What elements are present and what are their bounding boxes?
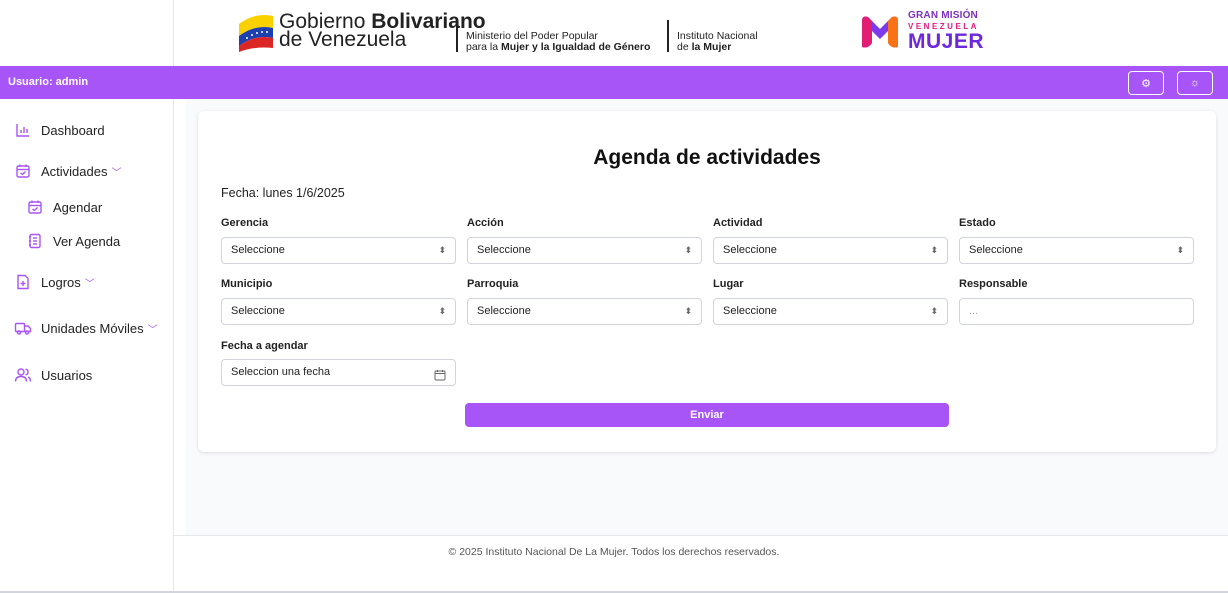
fecha-agendar-placeholder: Seleccion una fecha xyxy=(231,366,331,378)
header-divider xyxy=(456,20,458,52)
select-arrows-icon: ⬍ xyxy=(930,306,938,316)
sidebar-item-usuarios[interactable]: Usuarios xyxy=(14,366,92,384)
parroquia-select[interactable]: Seleccione ⬍ xyxy=(467,298,702,325)
header: Gobierno Bolivariano de Venezuela Minist… xyxy=(174,0,1228,66)
sidebar-item-agendar[interactable]: Agendar xyxy=(26,198,102,216)
parroquia-value: Seleccione xyxy=(477,305,531,317)
instituto-line2a: de xyxy=(677,41,692,53)
sidebar-item-label: Ver Agenda xyxy=(53,233,121,249)
gobierno-text-line2: de Venezuela xyxy=(279,28,407,51)
chevron-down-icon: ﹀ xyxy=(84,278,95,290)
select-arrows-icon: ⬍ xyxy=(438,306,446,316)
accion-value: Seleccione xyxy=(477,244,531,256)
gran-mision-line1: GRAN MISIÓN xyxy=(908,10,978,21)
lugar-select[interactable]: Seleccione ⬍ xyxy=(713,298,948,325)
sidebar-item-label: Logros xyxy=(41,274,81,290)
file-plus-icon xyxy=(14,273,32,291)
municipio-select[interactable]: Seleccione ⬍ xyxy=(221,298,456,325)
gerencia-value: Seleccione xyxy=(231,244,285,256)
ministerio-line2a: para la xyxy=(466,41,502,53)
gran-mision-logo: GRAN MISIÓN VENEZUELA MUJER xyxy=(858,10,984,52)
chevron-down-icon: ﹀ xyxy=(111,167,122,179)
form-card: Agenda de actividades Fecha: lunes 1/6/2… xyxy=(198,111,1216,452)
fecha-agendar-label: Fecha a agendar xyxy=(221,340,308,352)
sidebar-item-actividades[interactable]: Actividades ﹀ xyxy=(14,162,121,180)
parroquia-label: Parroquia xyxy=(467,278,519,290)
sidebar-item-label: Usuarios xyxy=(41,367,93,383)
lugar-value: Seleccione xyxy=(723,305,777,317)
select-arrows-icon: ⬍ xyxy=(1176,245,1184,255)
accion-label: Acción xyxy=(467,217,504,229)
user-label: Usuario: admin xyxy=(8,76,89,88)
sidebar-item-label: Dashboard xyxy=(41,122,105,138)
select-arrows-icon: ⬍ xyxy=(930,245,938,255)
actividad-value: Seleccione xyxy=(723,244,777,256)
sidebar-item-logros[interactable]: Logros ﹀ xyxy=(14,273,95,291)
submit-button[interactable]: Enviar xyxy=(465,403,949,427)
lugar-label: Lugar xyxy=(713,278,744,290)
venezuela-flag-icon xyxy=(239,15,273,52)
fecha-agendar-input[interactable]: Seleccion una fecha xyxy=(221,359,456,386)
header-divider xyxy=(667,20,669,52)
settings-button[interactable]: ⚙ xyxy=(1128,71,1164,95)
accion-select[interactable]: Seleccione ⬍ xyxy=(467,237,702,264)
responsable-label: Responsable xyxy=(959,278,1028,290)
sidebar-item-label: Unidades Móviles xyxy=(41,320,144,336)
actividad-select[interactable]: Seleccione ⬍ xyxy=(713,237,948,264)
estado-label: Estado xyxy=(959,217,996,229)
sun-icon: ☼ xyxy=(1189,77,1201,89)
sidebar-item-unidades-moviles[interactable]: Unidades Móviles ﹀ xyxy=(14,319,158,337)
ministerio-line2b: Mujer y la Igualdad de Género xyxy=(501,41,651,53)
gran-mision-text: GRAN MISIÓN VENEZUELA MUJER xyxy=(908,10,984,52)
estado-select[interactable]: Seleccione ⬍ xyxy=(959,237,1194,264)
calendar-check-icon xyxy=(26,198,44,216)
calendar-icon xyxy=(434,366,446,391)
municipio-value: Seleccione xyxy=(231,305,285,317)
sidebar: Dashboard Actividades ﹀ Agendar Ver Agen… xyxy=(0,99,174,593)
instituto-text: Instituto Nacional de la Mujer xyxy=(677,31,758,53)
responsable-placeholder: ... xyxy=(969,305,979,317)
select-arrows-icon: ⬍ xyxy=(438,245,446,255)
header-left-blank xyxy=(0,0,174,66)
ministerio-text: Ministerio del Poder Popular para la Muj… xyxy=(466,31,650,53)
select-arrows-icon: ⬍ xyxy=(684,245,692,255)
footer: © 2025 Instituto Nacional De La Mujer. T… xyxy=(174,535,1228,591)
truck-icon xyxy=(14,319,32,337)
sidebar-item-ver-agenda[interactable]: Ver Agenda xyxy=(26,232,120,250)
users-icon xyxy=(14,366,32,384)
page-title: Agenda de actividades xyxy=(593,146,821,169)
sidebar-item-dashboard[interactable]: Dashboard xyxy=(14,121,105,139)
gobierno-text: Gobierno Bolivariano de Venezuela xyxy=(279,11,486,51)
select-arrows-icon: ⬍ xyxy=(684,306,692,316)
responsable-input[interactable]: ... xyxy=(959,298,1194,325)
theme-toggle-button[interactable]: ☼ xyxy=(1177,71,1213,95)
calendar-icon xyxy=(14,162,32,180)
actividad-label: Actividad xyxy=(713,217,763,229)
gran-mision-emblem-icon xyxy=(862,15,898,48)
main-content: Agenda de actividades Fecha: lunes 1/6/2… xyxy=(186,99,1228,535)
chevron-down-icon: ﹀ xyxy=(147,324,158,336)
sidebar-item-label: Agendar xyxy=(53,199,103,215)
notebook-icon xyxy=(26,232,44,250)
sidebar-item-label: Actividades xyxy=(41,163,108,179)
gran-mision-line3: MUJER xyxy=(908,30,985,53)
copyright-text: © 2025 Instituto Nacional De La Mujer. T… xyxy=(448,546,780,558)
chart-icon xyxy=(14,121,32,139)
instituto-line2b: la Mujer xyxy=(691,41,732,53)
municipio-label: Municipio xyxy=(221,278,273,290)
gobierno-logo: Gobierno Bolivariano de Venezuela xyxy=(237,10,486,52)
top-bar: Usuario: admin ⚙ ☼ xyxy=(0,66,1228,99)
gerencia-label: Gerencia xyxy=(221,217,269,229)
gerencia-select[interactable]: Seleccione ⬍ xyxy=(221,237,456,264)
estado-value: Seleccione xyxy=(969,244,1023,256)
gear-icon: ⚙ xyxy=(1141,77,1151,90)
current-date: Fecha: lunes 1/6/2025 xyxy=(221,186,345,200)
